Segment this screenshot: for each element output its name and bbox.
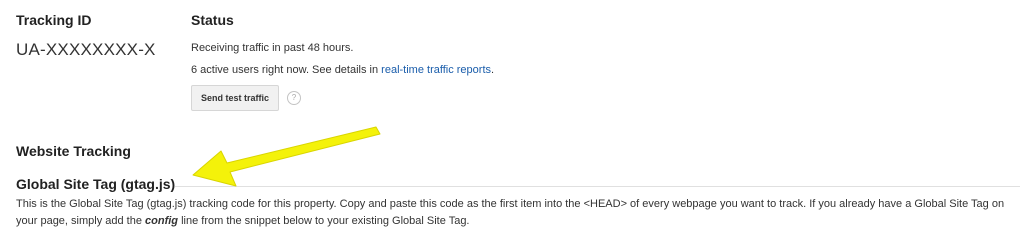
status-active-users-text: 6 active users right now. See details in	[191, 64, 382, 76]
status-receiving-traffic: Receiving traffic in past 48 hours.	[191, 42, 354, 54]
tracking-id-section: Tracking ID UA-XXXXXXXX-X	[16, 12, 156, 60]
status-heading: Status	[191, 12, 234, 28]
section-divider	[175, 186, 1020, 187]
test-traffic-row: Send test traffic ?	[191, 85, 494, 111]
tracking-id-value: UA-XXXXXXXX-X	[16, 40, 156, 59]
global-site-tag-description: This is the Global Site Tag (gtag.js) tr…	[16, 196, 1022, 230]
global-site-tag-heading: Global Site Tag (gtag.js)	[16, 176, 176, 192]
real-time-reports-link[interactable]: real-time traffic reports	[381, 64, 491, 76]
pointer-arrow-shape	[192, 126, 381, 187]
website-tracking-heading: Website Tracking	[16, 143, 131, 159]
send-test-traffic-button[interactable]: Send test traffic	[191, 85, 280, 111]
description-config-keyword: config	[145, 215, 179, 227]
status-active-users: 6 active users right now. See details in…	[191, 64, 494, 76]
status-section: Status Receiving traffic in past 48 hour…	[191, 12, 494, 111]
description-text-end: line from the snippet below to your exis…	[178, 215, 470, 227]
status-active-users-suffix: .	[491, 64, 495, 76]
help-icon[interactable]: ?	[287, 91, 302, 105]
tracking-id-heading: Tracking ID	[16, 12, 92, 28]
